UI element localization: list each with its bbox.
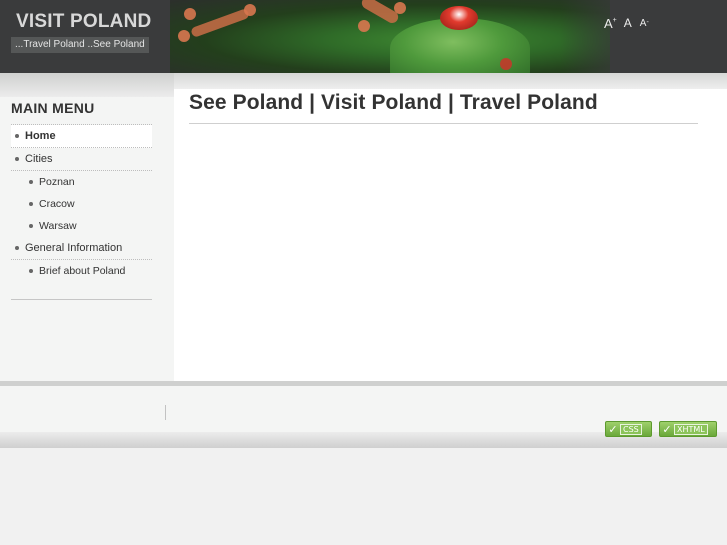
bullet-icon — [29, 224, 33, 228]
main-content — [174, 89, 727, 381]
main-menu-title: MAIN MENU — [11, 100, 95, 116]
site-header: VISIT POLAND ...Travel Poland ..See Pola… — [0, 0, 727, 73]
font-size-tools: A+ A A- — [604, 17, 649, 30]
header-frog-image — [170, 0, 610, 73]
frog-toe — [178, 30, 190, 42]
badge-label: CSS — [620, 423, 642, 435]
site-title[interactable]: VISIT POLAND — [16, 11, 151, 33]
site-slogan: ...Travel Poland ..See Poland — [11, 37, 149, 53]
menu-item-cracow[interactable]: Cracow — [11, 193, 152, 215]
bullet-icon — [15, 157, 19, 161]
css-validation-badge[interactable]: ✓ CSS — [605, 421, 652, 437]
sidebar-top-shade — [0, 73, 174, 97]
reset-font-button[interactable]: A — [624, 17, 632, 29]
frog-toe — [500, 58, 512, 70]
menu-item-label: Cracow — [39, 198, 75, 210]
menu-item-cities[interactable]: Cities — [11, 148, 152, 171]
frog-toe — [184, 8, 196, 20]
increase-font-button[interactable]: A+ — [604, 17, 617, 30]
bullet-icon — [15, 246, 19, 250]
menu-item-label: General Information — [25, 242, 123, 254]
frog-toe — [244, 4, 256, 16]
frog-leg — [190, 8, 250, 38]
menu-item-label: Home — [25, 130, 56, 142]
page-title: See Poland | Visit Poland | Travel Polan… — [189, 91, 598, 114]
menu-item-poznan[interactable]: Poznan — [11, 171, 152, 193]
menu-item-label: Poznan — [39, 176, 75, 188]
frog-eye — [440, 6, 478, 30]
decrease-font-button[interactable]: A- — [640, 19, 649, 29]
menu-item-general-information[interactable]: General Information — [11, 237, 152, 260]
menu-item-warsaw[interactable]: Warsaw — [11, 215, 152, 237]
main-menu: Home Cities Poznan Cracow Warsaw General… — [11, 124, 152, 282]
checkmark-icon: ✓ — [662, 422, 672, 436]
bullet-icon — [29, 202, 33, 206]
xhtml-validation-badge[interactable]: ✓ XHTML — [659, 421, 717, 437]
menu-item-label: Brief about Poland — [39, 265, 126, 277]
badge-label: XHTML — [674, 423, 708, 435]
bullet-icon — [15, 134, 19, 138]
menu-item-home[interactable]: Home — [11, 125, 152, 148]
title-divider — [189, 123, 698, 124]
menu-item-brief-about-poland[interactable]: Brief about Poland — [11, 260, 152, 282]
footer-separator — [165, 405, 166, 420]
bullet-icon — [29, 180, 33, 184]
menu-bottom-divider — [11, 299, 152, 300]
menu-item-label: Cities — [25, 153, 53, 165]
checkmark-icon: ✓ — [608, 422, 618, 436]
bullet-icon — [29, 269, 33, 273]
frog-toe — [394, 2, 406, 14]
frog-toe — [358, 20, 370, 32]
menu-item-label: Warsaw — [39, 220, 77, 232]
